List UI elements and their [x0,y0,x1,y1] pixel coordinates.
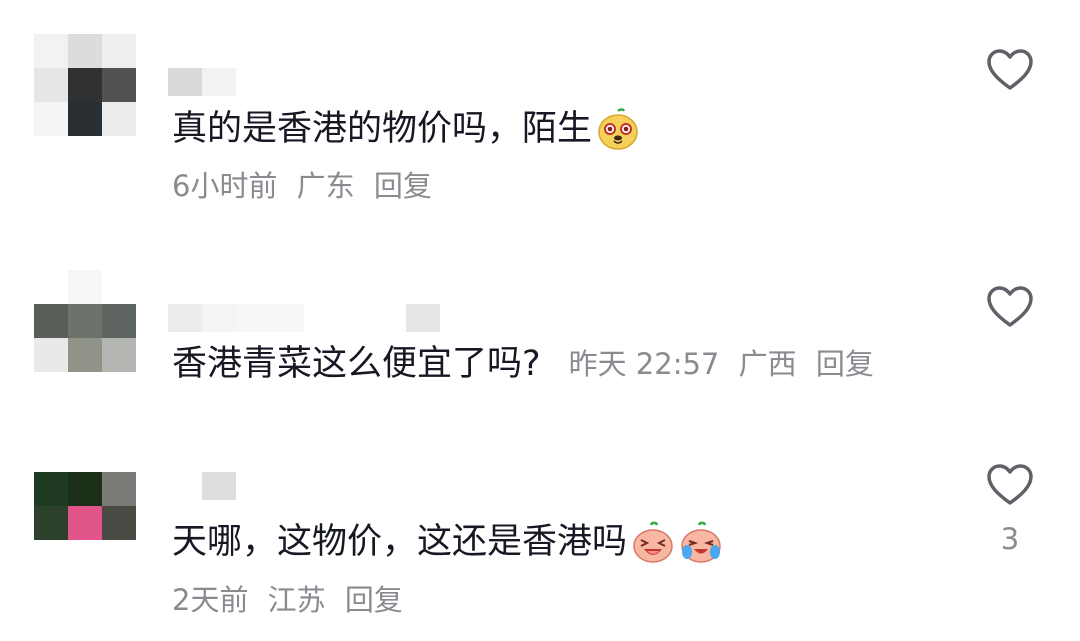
comment-text: 真的是香港的物价吗，陌生 [172,107,640,151]
laughing-face-emoji [633,521,673,563]
reply-button[interactable]: 回复 [816,347,874,381]
heart-outline-icon[interactable] [986,48,1034,92]
username[interactable] [168,68,236,96]
username[interactable] [168,304,440,332]
comment-text: 天哪，这物价，这还是香港吗 [172,520,723,564]
comment-location: 广西 [738,347,797,381]
avatar[interactable] [34,472,136,540]
comment-text-content: 天哪，这物价，这还是香港吗 [172,522,628,562]
heart-outline-icon[interactable] [986,285,1034,329]
avatar[interactable] [34,270,136,372]
comment-meta: 昨天 22:57 广西 回复 [569,342,884,386]
comment-text-content: 真的是香港的物价吗，陌生 [172,109,593,149]
crying-face-emoji [681,521,721,563]
comment-time: 6小时前 [172,169,278,203]
comment-text-content: 香港青菜这么便宜了吗? [172,344,541,384]
username[interactable] [168,472,236,500]
comment-location: 江苏 [267,583,326,617]
comment-time: 昨天 22:57 [568,347,720,381]
reply-button[interactable]: 回复 [374,169,432,203]
avatar[interactable] [34,34,136,136]
comment-text: 香港青菜这么便宜了吗? 昨天 22:57 广西 回复 [172,342,884,386]
comment-time: 2天前 [172,583,249,617]
comment-meta: 6小时前 广东 回复 [172,168,442,204]
like-count: 3 [1000,522,1020,556]
dog-face-emoji [598,108,638,150]
comment-meta: 2天前 江苏 回复 [172,582,413,618]
reply-button[interactable]: 回复 [345,583,403,617]
comment-location: 广东 [296,169,355,203]
heart-outline-icon[interactable] [986,463,1034,507]
